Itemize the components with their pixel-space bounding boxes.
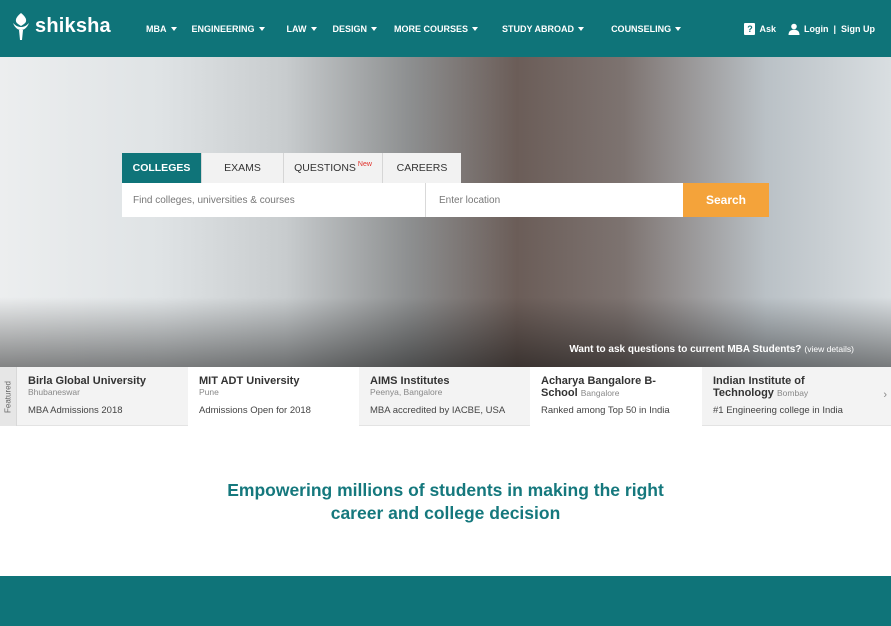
- tab-exams[interactable]: EXAMS: [202, 153, 284, 183]
- chevron-down-icon: [371, 26, 378, 31]
- top-navigation-bar: shiksha MBA ENGINEERING LAW DESIGN MORE …: [0, 0, 891, 57]
- nav-item-label: MBA: [146, 23, 167, 34]
- logo-text: shiksha: [35, 14, 111, 37]
- college-location: Bombay: [776, 388, 809, 398]
- college-description: MBA accredited by IACBE, USA: [370, 405, 506, 416]
- college-description: MBA Admissions 2018: [28, 405, 123, 416]
- college-description: #1 Engineering college in India: [713, 405, 843, 416]
- tab-label: EXAMS: [224, 162, 261, 174]
- college-name: AIMS Institutes: [370, 375, 450, 387]
- chevron-down-icon: [472, 26, 479, 31]
- main-nav: MBA ENGINEERING LAW DESIGN MORE COURSES …: [146, 0, 682, 57]
- college-name: MIT ADT University: [199, 375, 300, 387]
- nav-item-counseling[interactable]: COUNSELING: [611, 23, 682, 34]
- college-location: Bangalore: [580, 388, 620, 398]
- hero-shade: [0, 297, 891, 367]
- location-input[interactable]: [425, 183, 683, 217]
- featured-card[interactable]: AIMS Institutes Peenya, Bangalore MBA ac…: [359, 367, 530, 426]
- chevron-down-icon: [675, 26, 682, 31]
- tab-questions[interactable]: QUESTIONS New: [284, 153, 383, 183]
- tagline-line-2: career and college decision: [330, 503, 561, 523]
- hero-banner: COLLEGES EXAMS QUESTIONSNew CAREERS Sear…: [0, 57, 891, 367]
- shiksha-logo[interactable]: shiksha: [10, 11, 111, 41]
- college-location: Bhubaneswar: [28, 387, 80, 397]
- tab-label: QUESTIONS: [294, 162, 356, 174]
- chevron-down-icon: [170, 26, 177, 31]
- tab-careers[interactable]: CAREERS: [383, 153, 461, 183]
- nav-item-label: DESIGN: [332, 23, 368, 34]
- tab-label: COLLEGES: [132, 162, 191, 174]
- course-search-input[interactable]: [122, 183, 425, 217]
- nav-item-engineering[interactable]: ENGINEERING: [192, 24, 265, 34]
- chevron-down-icon: [310, 26, 317, 31]
- chevron-right-icon[interactable]: ›: [883, 389, 887, 401]
- nav-item-law[interactable]: LAW: [287, 24, 317, 34]
- bottom-band: [0, 576, 891, 626]
- view-details-link[interactable]: (view details): [804, 344, 854, 354]
- search-button[interactable]: Search: [683, 183, 769, 217]
- signup-link[interactable]: Sign Up: [841, 24, 875, 34]
- new-badge: New: [357, 160, 372, 168]
- chevron-down-icon: [258, 26, 265, 31]
- featured-label: Featured: [0, 367, 17, 426]
- nav-item-label: LAW: [286, 23, 307, 34]
- featured-strip: Featured Birla Global University Bhubane…: [0, 367, 891, 426]
- nav-item-study-abroad[interactable]: STUDY ABROAD: [502, 23, 585, 34]
- college-name: Birla Global University: [28, 375, 146, 387]
- note-text: Want to ask questions to current MBA Stu…: [569, 344, 802, 355]
- featured-card[interactable]: MIT ADT University Pune Admissions Open …: [188, 367, 359, 426]
- college-name: Acharya Bangalore B-School Bangalore: [541, 375, 671, 399]
- featured-label-text: Featured: [3, 380, 13, 413]
- question-icon[interactable]: ?: [744, 22, 756, 35]
- college-location: Peenya, Bangalore: [370, 387, 443, 397]
- nav-item-mba[interactable]: MBA: [146, 24, 177, 34]
- separator: |: [833, 23, 836, 34]
- nav-item-label: MORE COURSES: [394, 23, 469, 34]
- nav-item-label: STUDY ABROAD: [502, 23, 575, 34]
- tab-colleges[interactable]: COLLEGES: [122, 153, 202, 183]
- tab-label: CAREERS: [396, 162, 448, 174]
- user-icon: [788, 23, 800, 35]
- nav-item-design[interactable]: DESIGN: [333, 24, 378, 34]
- college-location: Pune: [199, 387, 219, 397]
- nav-item-more-courses[interactable]: MORE COURSES: [394, 23, 479, 34]
- login-link[interactable]: Login: [804, 24, 829, 34]
- mba-questions-note[interactable]: Want to ask questions to current MBA Stu…: [569, 344, 854, 355]
- featured-card[interactable]: Acharya Bangalore B-School Bangalore Ran…: [530, 367, 702, 426]
- tagline: Empowering millions of students in makin…: [0, 479, 891, 525]
- shiksha-torch-icon: [13, 13, 29, 40]
- search-bar: Search: [122, 183, 769, 217]
- ask-link[interactable]: Ask: [759, 24, 776, 34]
- nav-item-label: ENGINEERING: [191, 23, 255, 34]
- nav-item-label: COUNSELING: [611, 23, 672, 34]
- chevron-down-icon: [578, 26, 585, 31]
- search-tabs: COLLEGES EXAMS QUESTIONS New CAREERS: [122, 153, 461, 183]
- featured-card[interactable]: Birla Global University Bhubaneswar MBA …: [17, 367, 188, 426]
- college-name: Indian Institute of Technology Bombay: [713, 375, 833, 399]
- account-links: ? Ask Login | Sign Up: [744, 0, 875, 57]
- tagline-line-1: Empowering millions of students in makin…: [227, 480, 664, 500]
- college-description: Admissions Open for 2018: [199, 405, 311, 416]
- featured-card[interactable]: Indian Institute of Technology Bombay #1…: [702, 367, 874, 426]
- college-description: Ranked among Top 50 in India: [541, 405, 670, 416]
